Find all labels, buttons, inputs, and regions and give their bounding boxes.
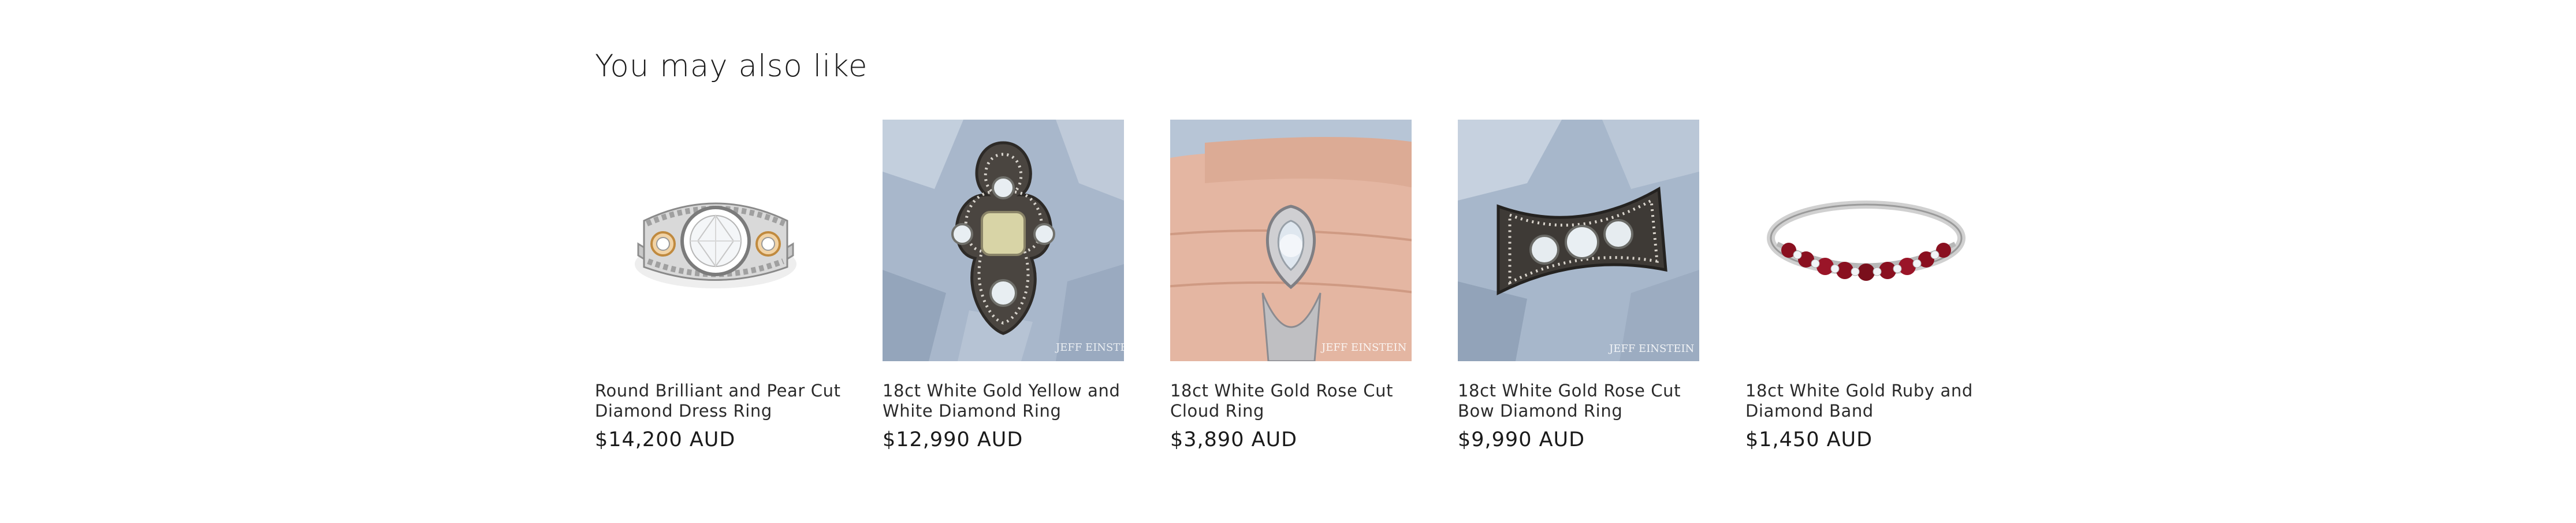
- product-price: $3,890 AUD: [1170, 428, 1298, 451]
- product-card[interactable]: JEFF EINSTEIN 18ct White Gold Rose Cut C…: [1170, 120, 1412, 451]
- product-price: $9,990 AUD: [1458, 428, 1585, 451]
- product-title-line: Cloud Ring: [1170, 401, 1265, 421]
- product-price: $12,990 AUD: [883, 428, 1023, 451]
- product-card[interactable]: JEFF EINSTEIN 18ct White Gold Yellow and…: [883, 120, 1124, 451]
- related-products-section: You may also like Round Brilliant and Pe…: [595, 0, 1987, 523]
- ring-icon: [595, 120, 836, 361]
- product-image[interactable]: JEFF EINSTEIN: [883, 120, 1124, 361]
- product-card[interactable]: JEFF EINSTEIN 18ct White Gold Rose Cut B…: [1458, 120, 1699, 451]
- ring-icon: JEFF EINSTEIN: [1458, 120, 1699, 361]
- svg-text:JEFF EINSTEIN: JEFF EINSTEIN: [1055, 342, 1124, 354]
- product-title-line: 18ct White Gold Rose Cut: [1458, 381, 1681, 400]
- product-price: $1,450 AUD: [1745, 428, 1873, 451]
- product-title-line: Round Brilliant and Pear Cut: [595, 381, 841, 400]
- product-title[interactable]: 18ct White Gold Rose Cut Bow Diamond Rin…: [1458, 381, 1699, 421]
- ring-icon: [1745, 120, 1987, 361]
- product-title[interactable]: 18ct White Gold Yellow and White Diamond…: [883, 381, 1124, 421]
- svg-text:JEFF EINSTEIN: JEFF EINSTEIN: [1320, 342, 1406, 354]
- product-title-line: Diamond Dress Ring: [595, 401, 772, 421]
- product-image[interactable]: JEFF EINSTEIN: [1170, 120, 1412, 361]
- product-title-line: 18ct White Gold Yellow and: [883, 381, 1121, 400]
- product-card[interactable]: 18ct White Gold Ruby and Diamond Band $1…: [1745, 120, 1987, 451]
- svg-text:JEFF EINSTEIN: JEFF EINSTEIN: [1608, 343, 1694, 355]
- product-title[interactable]: 18ct White Gold Rose Cut Cloud Ring: [1170, 381, 1412, 421]
- product-title-line: 18ct White Gold Ruby and: [1745, 381, 1973, 400]
- product-title[interactable]: Round Brilliant and Pear Cut Diamond Dre…: [595, 381, 841, 421]
- product-title-line: White Diamond Ring: [883, 401, 1062, 421]
- product-card[interactable]: Round Brilliant and Pear Cut Diamond Dre…: [595, 120, 841, 451]
- product-image[interactable]: [1745, 120, 1987, 361]
- ring-icon: JEFF EINSTEIN: [1170, 120, 1412, 361]
- product-title-line: 18ct White Gold Rose Cut: [1170, 381, 1394, 400]
- product-image[interactable]: JEFF EINSTEIN: [1458, 120, 1699, 361]
- product-title-line: Diamond Band: [1745, 401, 1874, 421]
- product-grid: Round Brilliant and Pear Cut Diamond Dre…: [595, 120, 1987, 451]
- section-heading: You may also like: [595, 49, 868, 84]
- ring-icon: JEFF EINSTEIN: [883, 120, 1124, 361]
- product-title-line: Bow Diamond Ring: [1458, 401, 1623, 421]
- product-image[interactable]: [595, 120, 836, 361]
- product-title[interactable]: 18ct White Gold Ruby and Diamond Band: [1745, 381, 1987, 421]
- product-price: $14,200 AUD: [595, 428, 736, 451]
